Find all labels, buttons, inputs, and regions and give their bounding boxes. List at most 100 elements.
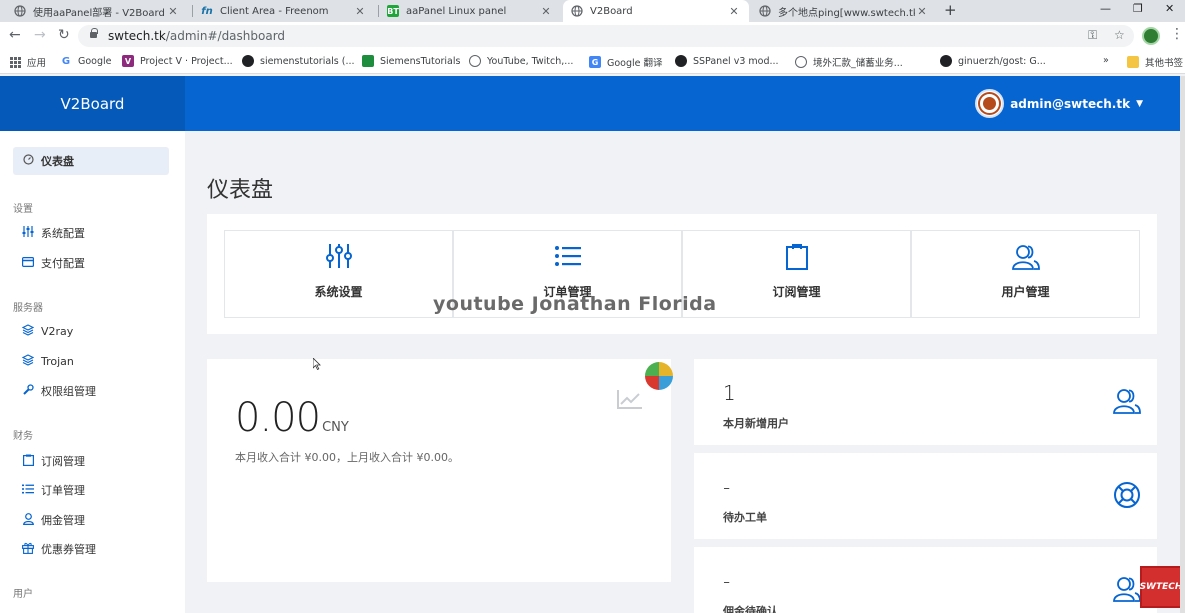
list-icon [554,243,582,271]
sidebar-item-permission-groups[interactable]: 权限组管理 [22,383,96,399]
income-card: 0.00 CNY 本月收入合计 ¥0.00，上月收入合计 ¥0.00。 [207,359,673,582]
bookmark-github[interactable]: siemenstutorials (... [242,55,355,67]
browser-tab-strip: 使用aaPanel部署 - V2Board 使用... ✕ fn Client … [0,0,1185,22]
globe-icon [571,5,583,17]
stat-label: 佣金待确认 [723,605,778,613]
users-icon [1113,387,1141,419]
bookmarks-bar: 应用 G Google V Project V · Project... sie… [0,50,1185,74]
shortcut-system-settings[interactable]: 系统设置 [224,230,453,318]
shortcut-label: 订阅管理 [772,285,821,299]
sidebar-item-system-config[interactable]: 系统配置 [22,225,85,241]
url-field[interactable]: swtech.tk/admin#/dashboard ⚿ ☆ [78,25,1134,47]
lock-icon [90,28,98,38]
folder-icon [1127,56,1139,68]
income-summary: 本月收入合计 ¥0.00，上月收入合计 ¥0.00。 [235,451,459,464]
github-icon [675,55,687,67]
globe-icon [795,56,807,68]
close-icon[interactable]: ✕ [915,5,929,18]
star-icon[interactable]: ☆ [1114,28,1125,42]
tab-label: Client Area - Freenom [220,5,329,17]
sidebar-item-label: V2ray [41,325,74,338]
stat-card-new-users[interactable]: 1 本月新增用户 [694,359,1157,445]
back-icon[interactable]: ← [9,27,21,43]
sidebar-section-heading: 设置 [13,204,33,215]
layers-icon [21,354,35,369]
browser-tab[interactable]: fn Client Area - Freenom ✕ [193,0,375,22]
sidebar-item-subscriptions[interactable]: 订阅管理 [22,453,85,469]
sidebar-section-heading: 用户 [13,589,33,600]
stat-card-pending-commission[interactable]: - 佣金待确认 [694,547,1157,613]
sidebar-item-orders[interactable]: 订单管理 [22,482,85,498]
sidebar-item-payment-config[interactable]: 支付配置 [22,255,85,271]
more-menu-icon[interactable]: ⋮ [1170,26,1184,42]
logo-area[interactable]: V2Board [0,76,185,131]
swtech-badge: SWTECH [1140,566,1182,608]
profile-avatar[interactable] [1142,27,1160,45]
sidebar-item-trojan[interactable]: Trojan [21,354,74,369]
bookmarks-overflow-button[interactable]: » [1103,55,1109,66]
bookmark-projectv[interactable]: V Project V · Project... [122,55,233,67]
new-tab-button[interactable]: + [944,1,957,19]
bookmark-remittance[interactable]: 境外汇款_储蓄业务... [795,55,903,69]
bookmark-translate[interactable]: G Google 翻译 [589,55,663,69]
list-icon [22,484,34,497]
users-icon [1011,243,1040,271]
page-title: 仪表盘 [207,178,274,203]
sidebar-item-label: 系统配置 [41,227,85,240]
sidebar-item-dashboard[interactable]: 仪表盘 [13,147,169,175]
bookmark-sspanel[interactable]: SSPanel v3 mod... [675,55,779,67]
app-viewport: V2Board admin@swtech.tk ▼ 仪表盘 设置 系统配置 支付… [0,76,1185,613]
forward-icon[interactable]: → [34,27,46,43]
stat-value: - [723,475,731,499]
shortcut-panel: 系统设置 订单管理 订阅管理 用户管理 [207,214,1157,334]
shortcut-label: 系统设置 [314,285,363,299]
reload-icon[interactable]: ↻ [58,27,70,43]
income-currency: CNY [322,420,349,435]
browser-tab[interactable]: BT aaPanel Linux panel ✕ [379,0,561,22]
clipboard-icon [22,454,34,469]
sidebar-item-label: 优惠券管理 [41,543,96,556]
layers-icon [21,324,35,339]
sidebar: 仪表盘 设置 系统配置 支付配置 服务器 V2ray Trojan 权限组管理 … [0,131,185,613]
user-menu[interactable]: admin@swtech.tk ▼ [975,89,1143,118]
close-icon[interactable]: ✕ [166,5,180,18]
credit-card-icon [22,256,35,270]
other-bookmarks[interactable]: 其他书签 [1127,55,1183,69]
key-icon[interactable]: ⚿ [1088,28,1097,43]
bookmark-sheets[interactable]: SiemensTutorials [362,55,460,67]
address-bar: ← → ↻ swtech.tk/admin#/dashboard ⚿ ☆ ⋮ [0,22,1185,50]
bookmark-youtube[interactable]: YouTube, Twitch,... [469,55,573,67]
minimize-icon[interactable]: — [1100,2,1111,15]
shortcut-users[interactable]: 用户管理 [911,230,1140,318]
close-icon[interactable]: ✕ [727,5,741,18]
chart-line-icon [617,389,643,413]
bookmark-apps[interactable]: 应用 [9,55,46,69]
window-close-icon[interactable]: ✕ [1165,2,1174,15]
dashboard-icon [22,154,34,168]
sidebar-item-commission[interactable]: 佣金管理 [22,512,85,528]
stat-card-pending-tickets[interactable]: - 待办工单 [694,453,1157,539]
browser-tab[interactable]: 多个地点ping[www.swtech.tk]服... ✕ [751,0,937,22]
scrollbar[interactable] [1180,76,1185,613]
globe-icon [14,5,26,17]
close-icon[interactable]: ✕ [539,5,553,18]
bookmark-gost[interactable]: ginuerzh/gost: G... [940,55,1046,67]
user-email: admin@swtech.tk [1010,96,1131,111]
sheets-icon [362,55,374,67]
browser-tab-active[interactable]: V2Board ✕ [563,0,749,22]
wrench-icon [22,383,34,399]
restore-icon[interactable]: ❐ [1133,2,1143,15]
sidebar-item-coupons[interactable]: 优惠券管理 [22,541,96,557]
tab-label: 多个地点ping[www.swtech.tk]服... [778,7,915,19]
sidebar-item-v2ray[interactable]: V2ray [21,324,74,339]
bookmark-google[interactable]: G Google [60,55,112,67]
bt-icon: BT [387,5,399,17]
avatar [975,89,1005,118]
browser-tab[interactable]: 使用aaPanel部署 - V2Board 使用... ✕ [6,0,188,22]
close-icon[interactable]: ✕ [353,5,367,18]
github-icon [242,55,254,67]
sidebar-item-label: 仪表盘 [41,155,74,168]
stat-label: 待办工单 [723,511,767,524]
stat-label: 本月新增用户 [723,417,789,430]
translate-icon: G [589,56,601,68]
